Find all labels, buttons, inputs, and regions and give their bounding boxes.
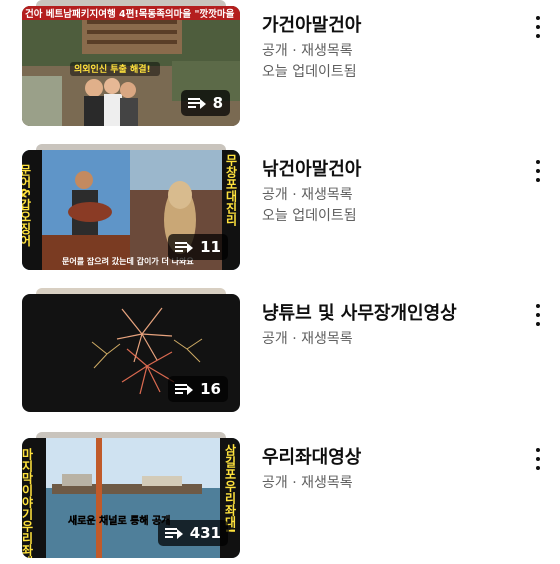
playlist-title[interactable]: 우리좌대영상 (262, 446, 522, 470)
playlist-visibility: 공개 · 재생목록 (262, 187, 353, 203)
playlist-title[interactable]: 가건아말건아 (262, 14, 522, 38)
video-count: 16 (200, 380, 221, 398)
playlist-thumbnail[interactable]: 마지막이야기우리좌대 삼길포우리좌대! 새로운 채널로 통해 공개 431 (22, 432, 240, 558)
thumb-side-left: 마지막이야기우리좌대 (22, 447, 34, 558)
thumb-caption-bottom: 새로운 채널로 통해 공개 (68, 514, 170, 527)
playlist-row[interactable]: 문어&갑오징어 무창포대진리 문어를 잡으려 갔는데 갑이가 더 나와요 11 … (0, 144, 560, 276)
playlist-visibility: 공개 · 재생목록 (262, 331, 353, 347)
more-vert-icon[interactable] (530, 160, 546, 182)
playlist-updated: 오늘 업데이트됨 (262, 208, 357, 224)
thumb-caption-top: 건아 베트남패키지여행 4편!목동족의마을 "깟깟마을 (25, 8, 235, 20)
playlist-title[interactable]: 냥튜브 및 사무장개인영상 (262, 302, 522, 326)
playlist-row[interactable]: 16 냥튜브 및 사무장개인영상 공개 · 재생목록 (0, 288, 560, 420)
video-count: 11 (200, 238, 221, 256)
playlist-row[interactable]: 건아 베트남패키지여행 4편!목동족의마을 "깟깟마을 의외인신 투출 해결! … (0, 0, 560, 132)
thumb-side-left: 문어&갑오징어 (22, 164, 32, 247)
playlist-updated: 오늘 업데이트됨 (262, 64, 357, 80)
thumb-caption-mid: 의외인신 투출 해결! (74, 63, 151, 75)
playlist-thumbnail[interactable]: 건아 베트남패키지여행 4편!목동족의마을 "깟깟마을 의외인신 투출 해결! … (22, 0, 240, 126)
more-vert-icon[interactable] (530, 304, 546, 326)
playlist-icon (187, 96, 206, 110)
thumb-side-right: 무창포대진리 (224, 154, 238, 227)
video-count-badge: 16 (168, 376, 228, 402)
more-vert-icon[interactable] (530, 16, 546, 38)
video-count-badge: 11 (168, 234, 228, 260)
playlist-icon (164, 526, 183, 540)
playlist-thumbnail[interactable]: 16 (22, 288, 240, 412)
playlist-icon (175, 382, 194, 396)
playlist-thumbnail[interactable]: 문어&갑오징어 무창포대진리 문어를 잡으려 갔는데 갑이가 더 나와요 11 (22, 144, 240, 270)
video-count: 431 (189, 524, 221, 542)
playlist-visibility: 공개 · 재생목록 (262, 475, 353, 491)
video-count-badge: 431 (157, 520, 228, 546)
playlist-icon (175, 240, 194, 254)
playlist-visibility: 공개 · 재생목록 (262, 43, 353, 59)
video-count-badge: 8 (180, 90, 230, 116)
video-count: 8 (212, 94, 223, 112)
more-vert-icon[interactable] (530, 448, 546, 470)
playlist-title[interactable]: 낚건아말건아 (262, 158, 522, 182)
playlist-row[interactable]: 마지막이야기우리좌대 삼길포우리좌대! 새로운 채널로 통해 공개 431 우리… (0, 432, 560, 564)
